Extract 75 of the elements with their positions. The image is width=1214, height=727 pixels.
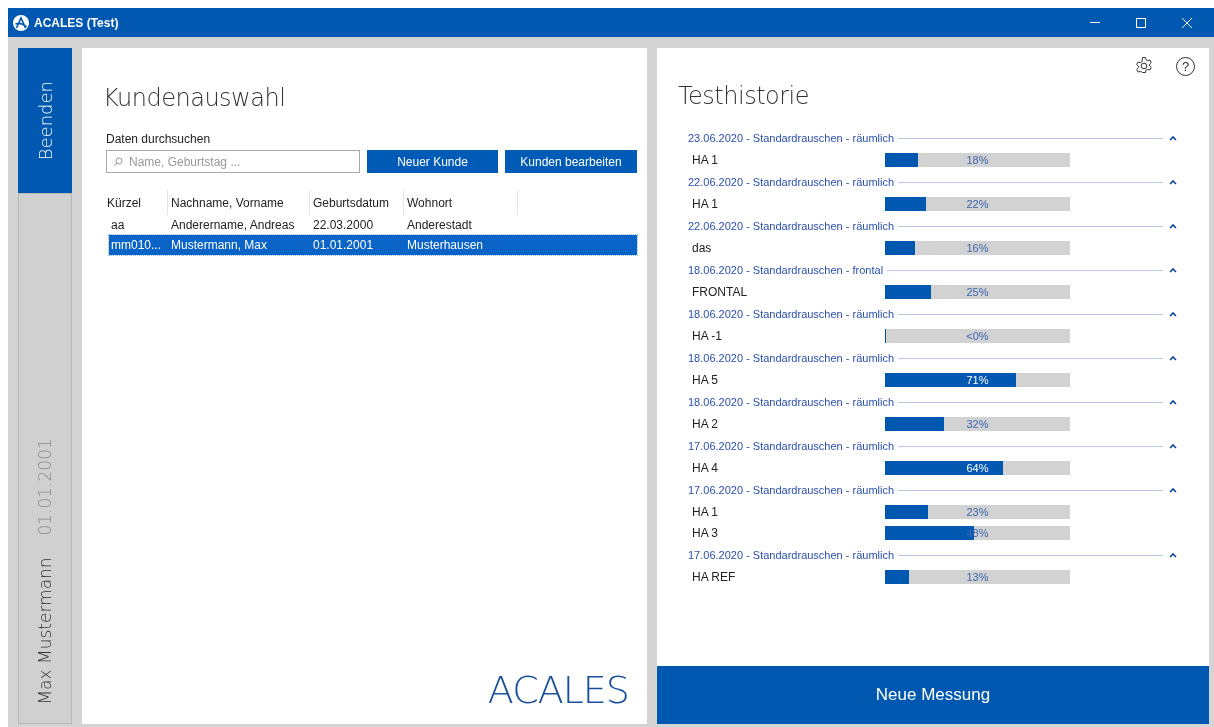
ear-label: HA -1 — [691, 328, 723, 343]
test-header: 17.06.2020 - Standardrauschen - räumlich — [688, 484, 895, 496]
table-cell-text: 01.01.2001 — [312, 238, 375, 252]
collapse-chevron-icon[interactable] — [1169, 311, 1177, 317]
column-header[interactable]: Geburtsdatum — [310, 190, 404, 215]
ear-label: HA 4 — [691, 460, 719, 475]
collapse-chevron-icon[interactable] — [1169, 443, 1177, 449]
search-label: Daten durchsuchen — [106, 132, 212, 146]
ear-label: HA 5 — [691, 372, 719, 387]
search-field[interactable]: Name, Geburtstag ... — [106, 150, 360, 173]
collapse-chevron-icon[interactable] — [1169, 552, 1177, 558]
exit-button[interactable]: Beenden — [18, 48, 72, 193]
table-cell-text: Anderestadt — [406, 218, 473, 232]
column-header[interactable]: Kürzel — [107, 190, 168, 215]
result-percent: 71% — [966, 373, 989, 386]
app-logo-icon — [13, 14, 29, 31]
table-cell-text: Anderername, Andreas — [170, 218, 296, 232]
result-percent: 16% — [966, 241, 989, 254]
search-icon — [113, 157, 123, 167]
test-header: 18.06.2020 - Standardrauschen - räumlich — [688, 308, 895, 320]
test-header: 22.06.2020 - Standardrauschen - räumlich — [688, 176, 895, 188]
result-percent: 25% — [966, 285, 989, 298]
test-header: 18.06.2020 - Standardrauschen - räumlich — [688, 352, 895, 364]
table-cell-text: Mustermann, Max — [170, 238, 269, 252]
collapse-chevron-icon[interactable] — [1169, 487, 1177, 493]
collapse-chevron-icon[interactable] — [1169, 267, 1177, 273]
close-icon — [1182, 17, 1192, 28]
table-cell-text: aa — [110, 218, 126, 232]
action-button[interactable]: Neuer Kunde — [367, 150, 498, 173]
result-percent: 13% — [966, 570, 989, 583]
result-percent: 18% — [966, 153, 989, 166]
column-header[interactable]: Wohnort — [404, 190, 518, 215]
table-cell-text: Musterhausen — [406, 238, 485, 252]
table-row[interactable]: mm010... Mustermann, Max 01.01.2001 Musterhausen — [109, 235, 637, 255]
result-percent: 22% — [966, 197, 989, 210]
collapse-chevron-icon[interactable] — [1169, 135, 1177, 141]
test-header: 18.06.2020 - Standardrauschen - räumlich — [688, 396, 895, 408]
column-header[interactable]: Nachname, Vorname — [168, 190, 310, 215]
result-percent: <0% — [966, 329, 989, 342]
help-button[interactable]: ? — [1176, 56, 1195, 76]
table-cell-text: 22.03.2000 — [312, 218, 375, 232]
customer-tab[interactable]: Max Mustermann 01.01.2001 — [18, 193, 72, 724]
customer-birthdate: 01.01.2001 — [35, 438, 55, 536]
collapse-chevron-icon[interactable] — [1169, 223, 1177, 229]
ear-label: FRONTAL — [691, 284, 749, 299]
test-header: 17.06.2020 - Standardrauschen - räumlich — [688, 549, 895, 561]
collapse-chevron-icon[interactable] — [1169, 355, 1177, 361]
panel-title: Kundenauswahl — [103, 84, 287, 112]
collapse-chevron-icon[interactable] — [1169, 399, 1177, 405]
test-header: 22.06.2020 - Standardrauschen - räumlich — [688, 220, 895, 232]
collapse-chevron-icon[interactable] — [1169, 179, 1177, 185]
ear-label: HA 2 — [691, 416, 719, 431]
table-row[interactable]: aa Anderername, Andreas 22.03.2000 Anderestadt — [109, 215, 637, 235]
test-header: 17.06.2020 - Standardrauschen - räumlich — [688, 440, 895, 452]
table-cell-text: mm010... — [110, 238, 162, 252]
result-percent: 64% — [966, 461, 989, 474]
test-header: 23.06.2020 - Standardrauschen - räumlich — [688, 132, 895, 144]
result-percent: 23% — [966, 505, 989, 518]
ear-label: HA 3 — [691, 525, 719, 540]
result-percent: 32% — [966, 417, 989, 430]
ear-label: das — [691, 240, 713, 255]
ear-label: HA REF — [691, 569, 737, 584]
action-button[interactable]: Kunden bearbeiten — [505, 150, 637, 173]
new-measurement-button[interactable]: Neue Messung — [657, 666, 1209, 724]
ear-label: HA 1 — [691, 196, 719, 211]
ear-label: HA 1 — [691, 504, 719, 519]
customer-name: Max Mustermann — [35, 557, 55, 705]
window-title: ACALES (Test) — [34, 15, 120, 30]
test-header: 18.06.2020 - Standardrauschen - frontal — [688, 264, 884, 276]
minimize-icon — [1090, 21, 1100, 24]
panel-title: Testhistorie — [678, 82, 811, 110]
ear-label: HA 1 — [691, 152, 719, 167]
settings-icon[interactable] — [1134, 56, 1154, 76]
brand-logo: ACALES — [487, 668, 629, 712]
maximize-icon — [1136, 17, 1146, 28]
